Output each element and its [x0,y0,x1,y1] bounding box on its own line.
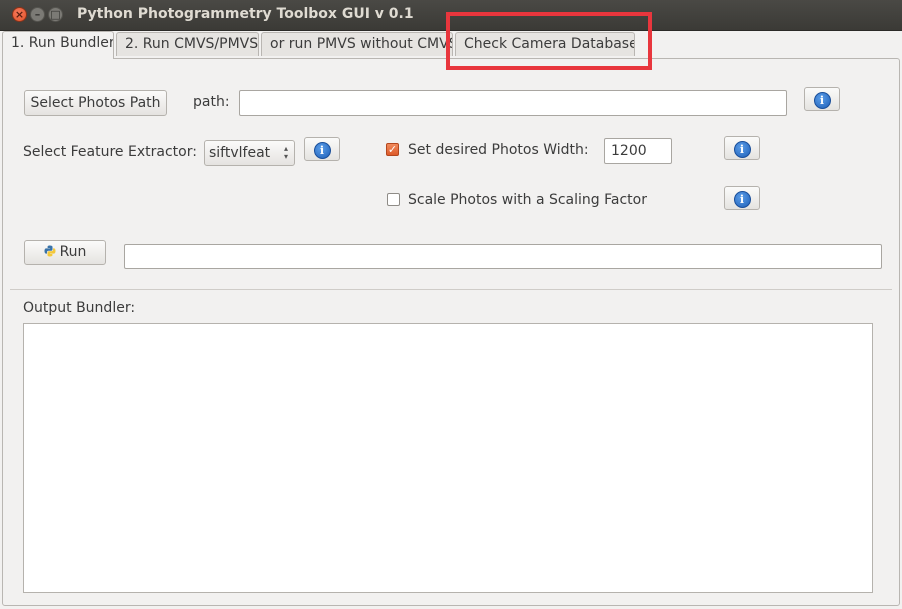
info-icon: i [313,142,331,159]
path-info-button[interactable]: i [804,87,840,111]
path-label: path: [193,94,230,110]
scale-info-button[interactable]: i [724,186,760,210]
feature-extractor-value: siftvlfeat [209,145,271,161]
python-icon [44,245,56,257]
select-photos-path-button[interactable]: Select Photos Path [24,90,167,116]
minimize-icon: – [34,8,41,21]
photos-width-input[interactable]: 1200 [604,138,672,164]
scale-photos-label: Scale Photos with a Scaling Factor [408,192,647,208]
highlight-box [446,12,652,70]
close-window-button[interactable]: × [12,7,27,22]
run-button[interactable]: Run [24,240,106,265]
output-bundler-label: Output Bundler: [23,300,136,316]
window-title: Python Photogrammetry Toolbox GUI v 0.1 [77,6,414,22]
section-divider [10,289,892,290]
close-icon: × [14,8,25,21]
maximize-window-button[interactable]: □ [48,7,63,22]
maximize-icon: □ [50,8,61,21]
width-info-button[interactable]: i [724,136,760,160]
tab-run-cmvs-pmvs[interactable]: 2. Run CMVS/PMVS [116,32,259,56]
info-icon: i [733,141,751,158]
tab-run-bundler[interactable]: 1. Run Bundler [2,31,114,59]
extractor-info-button[interactable]: i [304,137,340,161]
tab-run-pmvs-without-cmvs[interactable]: or run PMVS without CMVS [261,32,453,56]
info-icon: i [813,92,831,109]
info-icon: i [733,191,751,208]
run-status-field[interactable] [124,244,882,269]
spin-arrows-icon: ▴ ▾ [283,144,288,161]
run-button-label: Run [59,244,87,260]
output-bundler-textarea[interactable] [23,323,873,593]
set-width-label: Set desired Photos Width: [408,142,589,158]
set-width-checkbox[interactable]: ✓ [386,143,399,156]
scale-photos-checkbox[interactable] [387,193,400,206]
minimize-window-button[interactable]: – [30,7,45,22]
feature-extractor-label: Select Feature Extractor: [23,144,197,160]
path-input[interactable] [239,90,787,116]
feature-extractor-select[interactable]: siftvlfeat ▴ ▾ [204,140,295,166]
